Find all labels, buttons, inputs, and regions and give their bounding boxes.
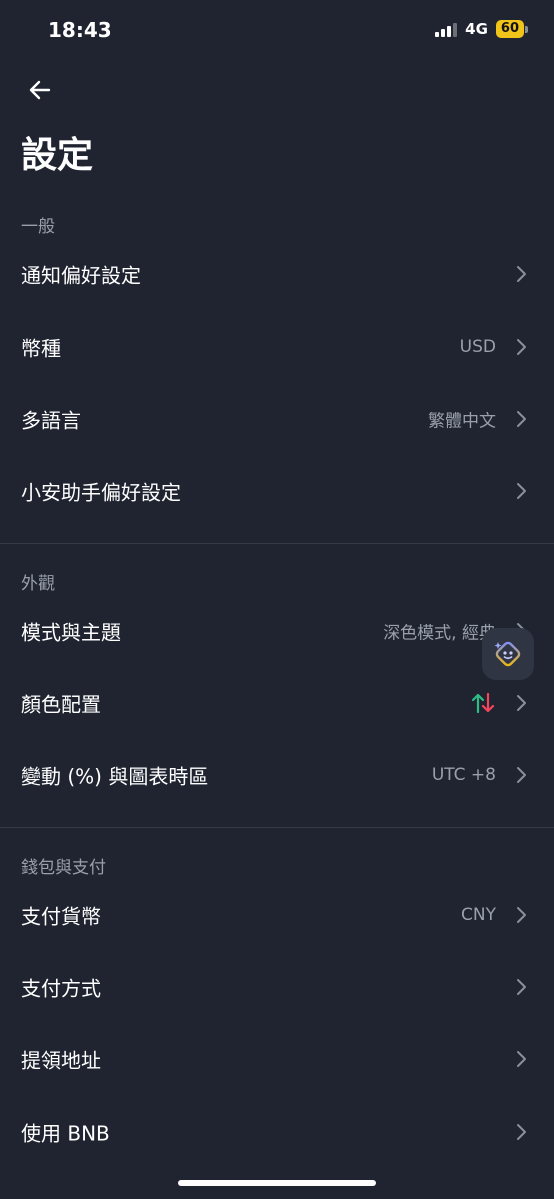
status-bar: 18:43 4G 60 — [0, 0, 554, 60]
row-change-and-chart-timezone[interactable]: 變動 (%) 與圖表時區 UTC +8 — [0, 739, 554, 811]
chevron-right-icon — [517, 907, 526, 923]
row-use-bnb[interactable]: 使用 BNB — [0, 1096, 554, 1168]
row-payment-methods[interactable]: 支付方式 — [0, 951, 554, 1023]
status-indicators: 4G 60 — [435, 20, 528, 38]
up-down-arrows-icon — [471, 692, 495, 714]
arrow-left-icon — [29, 80, 51, 100]
row-currency[interactable]: 幣種 USD — [0, 311, 554, 383]
row-label: 通知偏好設定 — [21, 263, 141, 288]
row-label: 小安助手偏好設定 — [21, 480, 181, 505]
chevron-right-icon — [517, 339, 526, 355]
section-header-appearance: 外觀 — [21, 574, 55, 594]
chevron-right-icon — [517, 979, 526, 995]
chevron-right-icon — [517, 483, 526, 499]
row-label: 顏色配置 — [21, 692, 101, 717]
assistant-bot-icon — [494, 641, 521, 667]
row-label: 模式與主題 — [21, 620, 121, 645]
section-divider — [0, 543, 554, 544]
row-value: UTC +8 — [431, 765, 496, 785]
signal-icon — [435, 21, 458, 37]
row-language[interactable]: 多語言 繁體中文 — [0, 383, 554, 455]
row-label: 變動 (%) 與圖表時區 — [21, 764, 209, 789]
row-value: USD — [459, 337, 496, 357]
page-title: 設定 — [21, 135, 94, 176]
row-label: 支付貨幣 — [21, 904, 101, 929]
network-type: 4G — [465, 20, 488, 38]
row-value: CNY — [461, 905, 496, 925]
battery-level: 60 — [495, 20, 524, 38]
row-label: 提領地址 — [21, 1048, 101, 1073]
row-value: 繁體中文 — [428, 411, 496, 432]
row-mode-and-theme[interactable]: 模式與主題 深色模式, 經典 — [0, 595, 554, 667]
home-indicator — [178, 1180, 376, 1186]
row-assistant-preferences[interactable]: 小安助手偏好設定 — [0, 455, 554, 527]
row-value: 深色模式, 經典 — [383, 623, 496, 644]
section-header-wallet-payment: 錢包與支付 — [21, 858, 106, 878]
chevron-right-icon — [517, 1124, 526, 1140]
section-divider — [0, 827, 554, 828]
chevron-right-icon — [517, 266, 526, 282]
chevron-right-icon — [517, 695, 526, 711]
chevron-right-icon — [517, 411, 526, 427]
assistant-floating-button[interactable] — [482, 628, 534, 680]
chevron-right-icon — [517, 767, 526, 783]
row-notification-preferences[interactable]: 通知偏好設定 — [0, 238, 554, 310]
row-label: 幣種 — [21, 336, 61, 361]
back-button[interactable] — [26, 76, 54, 104]
row-withdrawal-addresses[interactable]: 提領地址 — [0, 1023, 554, 1095]
row-label: 多語言 — [21, 408, 81, 433]
row-payment-currency[interactable]: 支付貨幣 CNY — [0, 879, 554, 951]
row-label: 使用 BNB — [21, 1121, 110, 1146]
battery-icon: 60 — [495, 20, 528, 38]
row-label: 支付方式 — [21, 976, 101, 1001]
section-header-general: 一般 — [21, 217, 55, 237]
chevron-right-icon — [517, 1051, 526, 1067]
row-color-scheme[interactable]: 顏色配置 — [0, 667, 554, 739]
status-time: 18:43 — [48, 18, 112, 42]
